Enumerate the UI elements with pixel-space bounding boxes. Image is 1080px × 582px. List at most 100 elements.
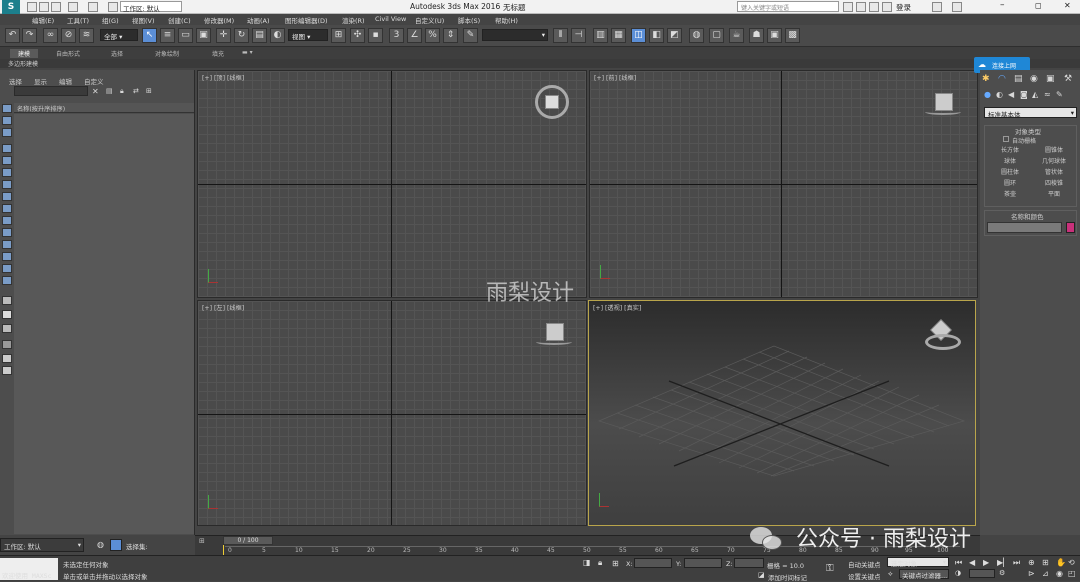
redo-icon[interactable] bbox=[88, 2, 98, 12]
geosphere-button[interactable]: 几何球体 bbox=[1035, 157, 1073, 167]
toggle-ribbon-icon[interactable]: ▦ bbox=[611, 28, 626, 43]
go-to-end-icon[interactable]: ⏭ bbox=[1013, 558, 1020, 568]
cylinder-button[interactable]: 圆柱体 bbox=[991, 168, 1029, 178]
display-cameras-icon[interactable] bbox=[2, 180, 12, 189]
placement-icon[interactable]: ◐ bbox=[270, 28, 285, 43]
torus-button[interactable]: 圆环 bbox=[991, 179, 1029, 189]
signin-label[interactable]: 登录 bbox=[896, 2, 911, 13]
auto-key-button[interactable]: 自动关键点 bbox=[848, 559, 881, 569]
menu-help[interactable]: 帮助(H) bbox=[495, 15, 518, 25]
name-column-header[interactable]: 名称(按升序排序) bbox=[14, 103, 194, 113]
reference-coordinate-dropdown[interactable]: 视图 ▾ bbox=[288, 29, 328, 41]
next-frame-icon[interactable]: ▶▏ bbox=[997, 558, 1009, 567]
search-icon[interactable] bbox=[843, 2, 853, 12]
modify-tab-icon[interactable]: ◠ bbox=[998, 74, 1006, 84]
name-color-title[interactable]: 名称和颜色 bbox=[1011, 211, 1044, 221]
window-crossing-icon[interactable]: ▣ bbox=[196, 28, 211, 43]
display-dependents-icon[interactable] bbox=[2, 324, 12, 333]
menu-group[interactable]: 组(G) bbox=[102, 15, 119, 25]
select-rotate-icon[interactable]: ↻ bbox=[234, 28, 249, 43]
play-icon[interactable]: ▶ bbox=[983, 558, 989, 567]
named-selection-dropdown[interactable]: ▾ bbox=[482, 29, 548, 41]
spacewarps-icon[interactable]: ≈ bbox=[1044, 90, 1051, 99]
geometry-icon[interactable]: ● bbox=[984, 90, 991, 99]
cone-button[interactable]: 圆锥体 bbox=[1035, 146, 1073, 156]
select-object-icon[interactable]: ↖ bbox=[142, 28, 157, 43]
menu-modifiers[interactable]: 修改器(M) bbox=[204, 15, 234, 25]
viewport-perspective[interactable]: [+] [透视] [真实] bbox=[588, 300, 976, 526]
material-editor-icon[interactable]: ◩ bbox=[667, 28, 682, 43]
workspace-selector[interactable]: 工作区: 默认 ▾ bbox=[0, 538, 84, 552]
redo-button-icon[interactable]: ↷ bbox=[22, 28, 37, 43]
undo-button-icon[interactable]: ↶ bbox=[5, 28, 20, 43]
display-frozen-icon[interactable] bbox=[2, 264, 12, 273]
select-move-icon[interactable]: ✛ bbox=[216, 28, 231, 43]
pyramid-button[interactable]: 四棱锥 bbox=[1035, 179, 1073, 189]
absolute-mode-icon[interactable]: ⊞ bbox=[612, 559, 619, 568]
cameras-icon[interactable]: ◙ bbox=[1020, 90, 1028, 99]
scene-tab-select[interactable]: 选择 bbox=[9, 76, 22, 86]
utilities-tab-icon[interactable]: ⚒ bbox=[1064, 74, 1072, 84]
zoom-extents-icon[interactable]: ⊕ bbox=[1028, 558, 1035, 567]
curve-editor-icon[interactable]: ◫ bbox=[631, 28, 646, 43]
project-folder-icon[interactable] bbox=[108, 2, 118, 12]
angle-snap-icon[interactable]: ∠ bbox=[407, 28, 422, 43]
zoom-all-icon[interactable]: ⊞ bbox=[1042, 558, 1049, 567]
menu-tools[interactable]: 工具(T) bbox=[67, 15, 89, 25]
select-scale-icon[interactable]: ▤ bbox=[252, 28, 267, 43]
menu-rendering[interactable]: 渲染(R) bbox=[342, 15, 365, 25]
communication-center-icon[interactable] bbox=[856, 2, 866, 12]
viewport-left[interactable]: [+] [左] [线框] bbox=[197, 300, 587, 526]
ribbon-sub-label[interactable]: 多边形建模 bbox=[8, 59, 38, 68]
display-helpers-icon[interactable] bbox=[2, 192, 12, 201]
autogrid-checkbox[interactable] bbox=[1003, 136, 1009, 142]
add-time-tag-icon[interactable]: ◪ bbox=[758, 571, 765, 579]
maxscript-listener[interactable]: 欢迎使用 MAXSc bbox=[0, 558, 58, 580]
render-production-icon[interactable]: ☕ bbox=[729, 28, 744, 43]
ribbon-options-icon[interactable]: ▬ ▾ bbox=[242, 49, 253, 56]
ribbon-tab-selection[interactable]: 选择 bbox=[111, 49, 123, 58]
display-lights-icon[interactable] bbox=[2, 168, 12, 177]
clear-search-icon[interactable]: ✕ bbox=[92, 87, 99, 96]
filter-funnel-icon[interactable] bbox=[2, 340, 12, 349]
render-iterative-icon[interactable]: ☗ bbox=[749, 28, 764, 43]
undo-icon[interactable] bbox=[68, 2, 78, 12]
display-containers-icon[interactable] bbox=[2, 252, 12, 261]
key-icon[interactable]: ⚿ bbox=[826, 563, 834, 574]
schematic-view-icon[interactable]: ◧ bbox=[649, 28, 664, 43]
open-file-icon[interactable] bbox=[39, 2, 49, 12]
systems-icon[interactable]: ✎ bbox=[1056, 90, 1063, 99]
ribbon-tab-freeform[interactable]: 自由形式 bbox=[56, 49, 80, 58]
align-icon[interactable]: ⊣ bbox=[571, 28, 586, 43]
scene-tab-display[interactable]: 显示 bbox=[34, 76, 47, 86]
key-set-dropdown[interactable]: 选定对象 ▾ bbox=[887, 557, 949, 568]
display-geometry-icon[interactable] bbox=[2, 144, 12, 153]
key-filters-button[interactable]: 关键点过滤器... bbox=[899, 569, 949, 580]
render-activeshade-icon[interactable]: ▣ bbox=[767, 28, 782, 43]
z-coord-field[interactable] bbox=[734, 558, 764, 568]
layer-manager-icon[interactable]: ▥ bbox=[593, 28, 608, 43]
display-hidden-icon[interactable] bbox=[2, 276, 12, 285]
maximize-viewport-icon[interactable]: ◰ bbox=[1068, 569, 1076, 578]
filter-icon[interactable]: ▤ bbox=[106, 87, 113, 95]
spinner-snap-icon[interactable]: ⇕ bbox=[443, 28, 458, 43]
scene-search-input[interactable] bbox=[14, 86, 88, 96]
pan-view-icon[interactable]: ✋ bbox=[1056, 558, 1066, 567]
display-xrefs-icon[interactable] bbox=[2, 228, 12, 237]
menu-scripting[interactable]: 脚本(S) bbox=[458, 15, 480, 25]
scene-object-list[interactable] bbox=[14, 114, 194, 534]
display-all-icon[interactable] bbox=[2, 116, 12, 125]
display-bones-icon[interactable] bbox=[2, 240, 12, 249]
motion-tab-icon[interactable]: ◉ bbox=[1030, 74, 1038, 84]
selection-lock-icon[interactable]: 🔒︎ bbox=[598, 558, 602, 568]
unlink-icon[interactable]: ⊘ bbox=[61, 28, 76, 43]
scene-tab-customize[interactable]: 自定义 bbox=[84, 76, 104, 86]
mirror-icon[interactable]: ⫴ bbox=[553, 28, 568, 43]
percent-snap-icon[interactable]: % bbox=[425, 28, 440, 43]
x-coord-field[interactable] bbox=[634, 558, 672, 568]
key-mode-icon[interactable]: ⟡ bbox=[888, 570, 893, 579]
rectangular-selection-icon[interactable]: ▭ bbox=[178, 28, 193, 43]
teapot-button[interactable]: 茶壶 bbox=[991, 190, 1029, 200]
ribbon-tab-modeling[interactable]: 建模 bbox=[10, 49, 39, 58]
minimize-icon[interactable]: – bbox=[1000, 0, 1005, 10]
